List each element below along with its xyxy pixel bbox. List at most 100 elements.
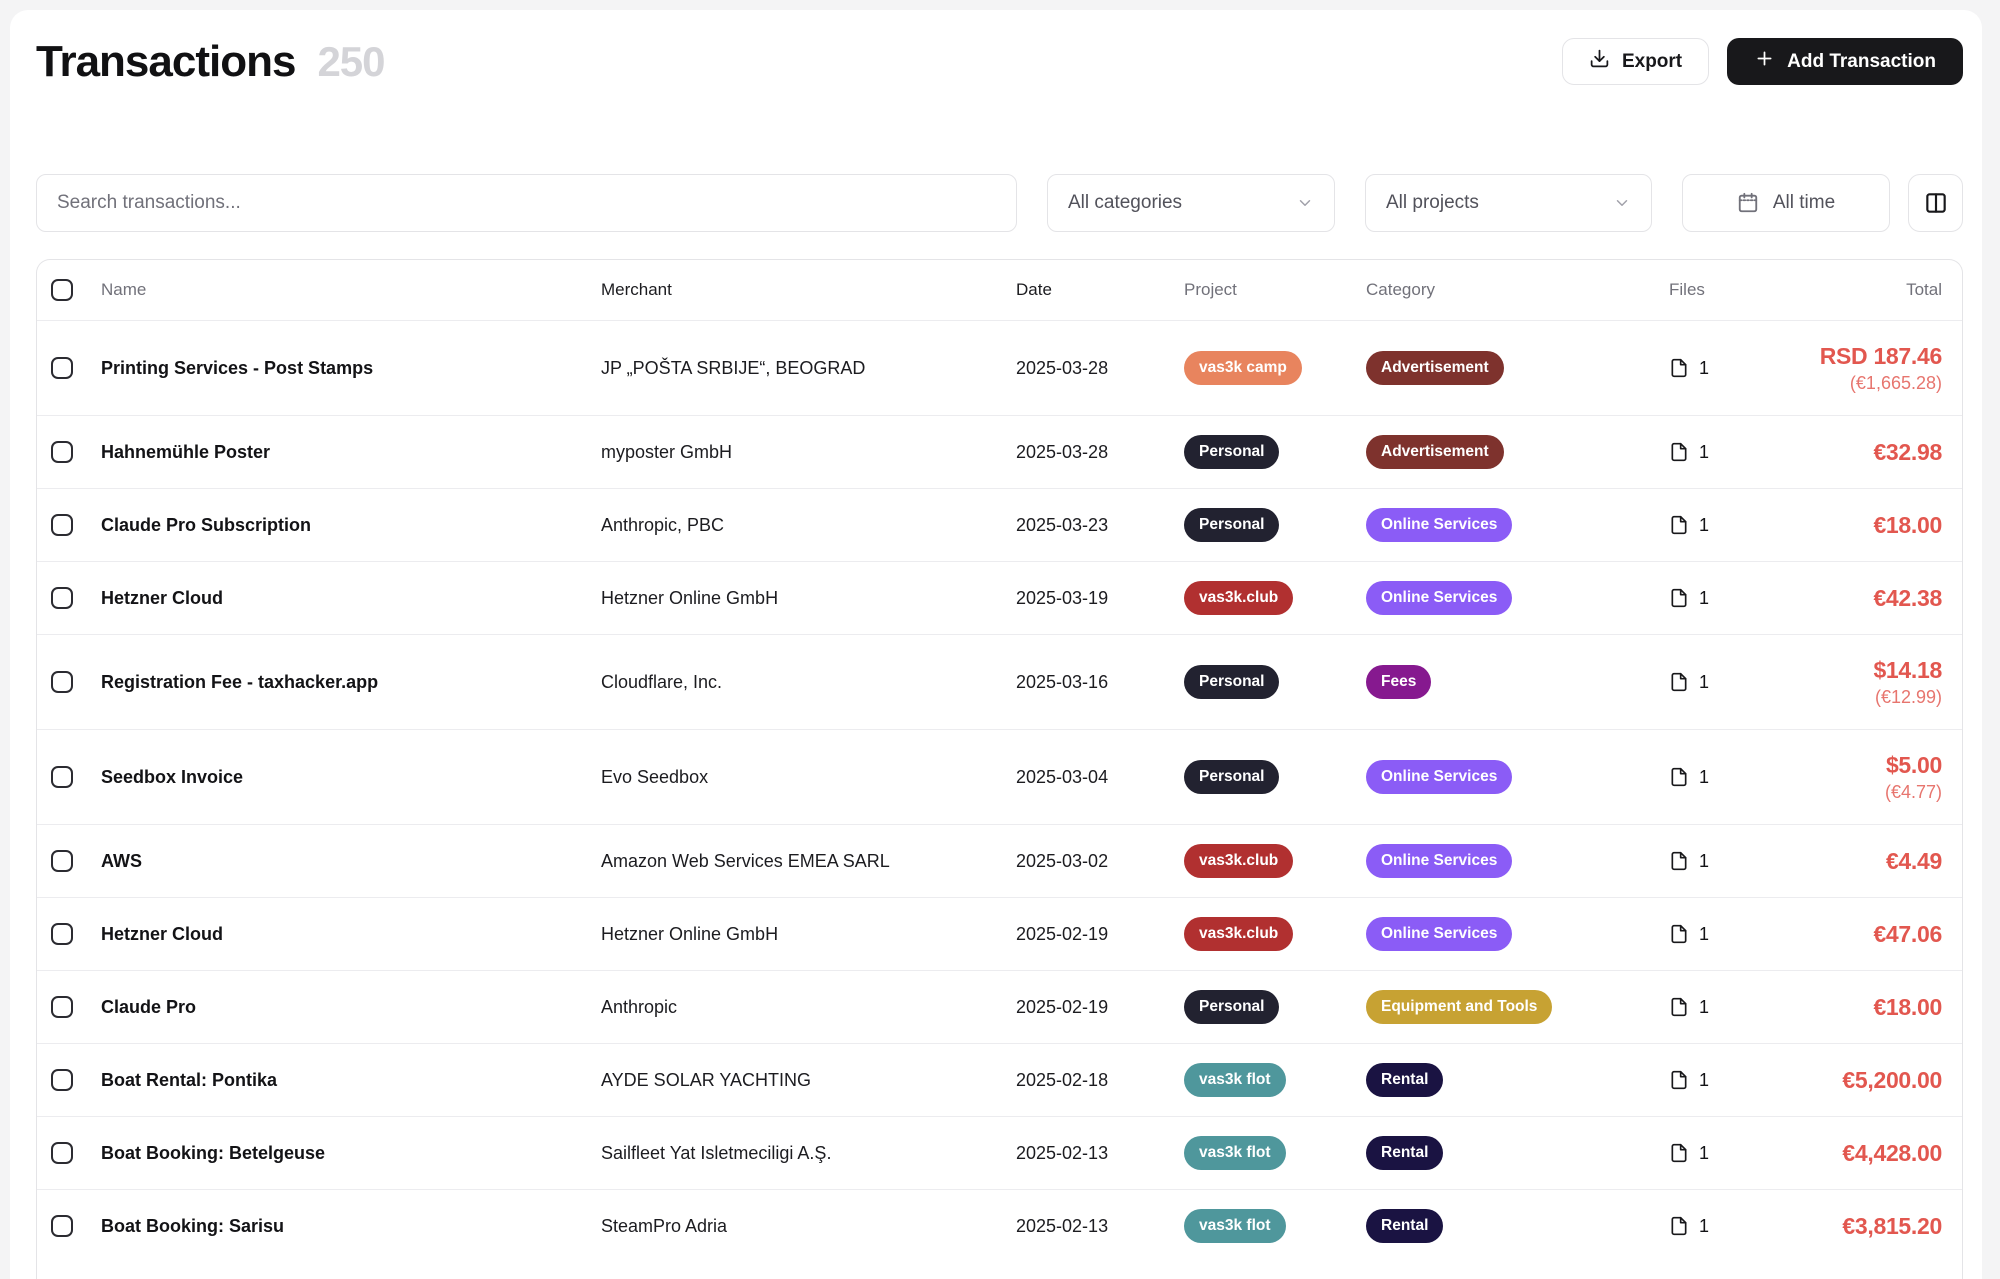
row-checkbox[interactable] bbox=[51, 1215, 73, 1237]
file-icon bbox=[1669, 850, 1689, 872]
page-header: Transactions 250 Export Add Transaction bbox=[36, 38, 1963, 85]
title-wrap: Transactions 250 bbox=[36, 37, 385, 87]
row-checkbox[interactable] bbox=[51, 587, 73, 609]
total-cell: $14.18 (€12.99) bbox=[1759, 657, 1962, 708]
row-checkbox[interactable] bbox=[51, 996, 73, 1018]
files-cell: 1 bbox=[1669, 514, 1759, 536]
row-checkbox[interactable] bbox=[51, 1069, 73, 1091]
row-checkbox[interactable] bbox=[51, 1142, 73, 1164]
row-checkbox[interactable] bbox=[51, 766, 73, 788]
files-cell: 1 bbox=[1669, 766, 1759, 788]
row-checkbox[interactable] bbox=[51, 357, 73, 379]
files-cell: 1 bbox=[1669, 1069, 1759, 1091]
row-checkbox[interactable] bbox=[51, 850, 73, 872]
download-icon bbox=[1589, 48, 1610, 75]
project-cell: vas3k flot bbox=[1184, 1136, 1366, 1170]
total-cell: €47.06 bbox=[1759, 921, 1962, 948]
table-row[interactable]: Hetzner Cloud Hetzner Online GmbH 2025-0… bbox=[37, 561, 1962, 634]
transaction-total: $14.18 bbox=[1759, 657, 1942, 684]
row-checkbox[interactable] bbox=[51, 923, 73, 945]
category-badge: Advertisement bbox=[1366, 351, 1504, 385]
column-header-project: Project bbox=[1184, 280, 1366, 300]
category-badge: Fees bbox=[1366, 665, 1431, 699]
category-badge: Online Services bbox=[1366, 917, 1512, 951]
category-cell: Equipment and Tools bbox=[1366, 990, 1669, 1024]
date-range-filter[interactable]: All time bbox=[1682, 174, 1890, 232]
projects-filter-value: All projects bbox=[1386, 192, 1479, 214]
category-cell: Rental bbox=[1366, 1209, 1669, 1243]
category-cell: Rental bbox=[1366, 1063, 1669, 1097]
row-checkbox[interactable] bbox=[51, 441, 73, 463]
table-header-row: Name Merchant Date Project Category File… bbox=[37, 260, 1962, 320]
add-transaction-button[interactable]: Add Transaction bbox=[1727, 38, 1963, 85]
transaction-total: €4.49 bbox=[1759, 848, 1942, 875]
transaction-name: Registration Fee - taxhacker.app bbox=[101, 672, 601, 693]
search-box bbox=[36, 174, 1017, 232]
transaction-name: Hahnemühle Poster bbox=[101, 442, 601, 463]
column-header-name: Name bbox=[101, 280, 601, 300]
table-row[interactable]: Boat Booking: Sarisu SteamPro Adria 2025… bbox=[37, 1189, 1962, 1262]
transaction-merchant: Anthropic bbox=[601, 997, 1016, 1018]
transaction-merchant: JP „POŠTA SRBIJE“, BEOGRAD bbox=[601, 358, 1016, 379]
table-row[interactable]: Seedbox Invoice Evo Seedbox 2025-03-04 P… bbox=[37, 729, 1962, 824]
table-row[interactable]: Hetzner Cloud Hetzner Online GmbH 2025-0… bbox=[37, 897, 1962, 970]
transaction-total-converted: (€12.99) bbox=[1759, 687, 1942, 708]
transaction-date: 2025-03-19 bbox=[1016, 588, 1184, 609]
project-cell: vas3k camp bbox=[1184, 351, 1366, 385]
table-row[interactable]: Printing Services - Post Stamps JP „POŠT… bbox=[37, 320, 1962, 415]
table-row[interactable]: Registration Fee - taxhacker.app Cloudfl… bbox=[37, 634, 1962, 729]
transaction-total: RSD 187.46 bbox=[1759, 343, 1942, 370]
category-badge: Online Services bbox=[1366, 581, 1512, 615]
column-header-date: Date bbox=[1016, 280, 1184, 300]
header-actions: Export Add Transaction bbox=[1562, 38, 1963, 85]
table-row[interactable]: Hahnemühle Poster myposter GmbH 2025-03-… bbox=[37, 415, 1962, 488]
project-cell: Personal bbox=[1184, 665, 1366, 699]
project-cell: vas3k.club bbox=[1184, 917, 1366, 951]
project-cell: vas3k.club bbox=[1184, 844, 1366, 878]
project-badge: vas3k.club bbox=[1184, 581, 1293, 615]
categories-filter[interactable]: All categories bbox=[1047, 174, 1335, 232]
transaction-merchant: Cloudflare, Inc. bbox=[601, 672, 1016, 693]
files-count: 1 bbox=[1699, 442, 1709, 463]
export-button[interactable]: Export bbox=[1562, 38, 1709, 85]
file-icon bbox=[1669, 1069, 1689, 1091]
total-cell: €5,200.00 bbox=[1759, 1067, 1962, 1094]
project-cell: vas3k.club bbox=[1184, 581, 1366, 615]
select-all-checkbox[interactable] bbox=[51, 279, 73, 301]
row-checkbox[interactable] bbox=[51, 514, 73, 536]
table-row[interactable]: Claude Pro Anthropic 2025-02-19 Personal… bbox=[37, 970, 1962, 1043]
transaction-name: Seedbox Invoice bbox=[101, 767, 601, 788]
column-header-category: Category bbox=[1366, 280, 1669, 300]
transaction-date: 2025-03-28 bbox=[1016, 358, 1184, 379]
table-row[interactable]: AWS Amazon Web Services EMEA SARL 2025-0… bbox=[37, 824, 1962, 897]
projects-filter[interactable]: All projects bbox=[1365, 174, 1652, 232]
file-icon bbox=[1669, 1142, 1689, 1164]
category-cell: Online Services bbox=[1366, 917, 1669, 951]
transaction-merchant: Anthropic, PBC bbox=[601, 515, 1016, 536]
files-count: 1 bbox=[1699, 767, 1709, 788]
transaction-merchant: Hetzner Online GmbH bbox=[601, 924, 1016, 945]
transaction-name: Boat Rental: Pontika bbox=[101, 1070, 601, 1091]
transaction-name: Boat Booking: Betelgeuse bbox=[101, 1143, 601, 1164]
search-input[interactable] bbox=[57, 192, 996, 214]
toggle-columns-button[interactable] bbox=[1908, 174, 1963, 232]
category-badge: Advertisement bbox=[1366, 435, 1504, 469]
transaction-name: Hetzner Cloud bbox=[101, 924, 601, 945]
files-cell: 1 bbox=[1669, 357, 1759, 379]
table-row[interactable]: Claude Pro Subscription Anthropic, PBC 2… bbox=[37, 488, 1962, 561]
project-badge: Personal bbox=[1184, 760, 1279, 794]
transaction-merchant: Sailfleet Yat Isletmeciligi A.Ş. bbox=[601, 1143, 1016, 1164]
total-cell: €3,815.20 bbox=[1759, 1213, 1962, 1240]
table-row[interactable]: Boat Booking: Betelgeuse Sailfleet Yat I… bbox=[37, 1116, 1962, 1189]
files-count: 1 bbox=[1699, 672, 1709, 693]
files-count: 1 bbox=[1699, 997, 1709, 1018]
project-badge: Personal bbox=[1184, 665, 1279, 699]
table-row[interactable]: Boat Rental: Pontika AYDE SOLAR YACHTING… bbox=[37, 1043, 1962, 1116]
transaction-total: €32.98 bbox=[1759, 439, 1942, 466]
row-checkbox-cell bbox=[37, 1069, 101, 1091]
category-cell: Advertisement bbox=[1366, 435, 1669, 469]
files-cell: 1 bbox=[1669, 923, 1759, 945]
row-checkbox-cell bbox=[37, 441, 101, 463]
category-cell: Rental bbox=[1366, 1136, 1669, 1170]
row-checkbox[interactable] bbox=[51, 671, 73, 693]
